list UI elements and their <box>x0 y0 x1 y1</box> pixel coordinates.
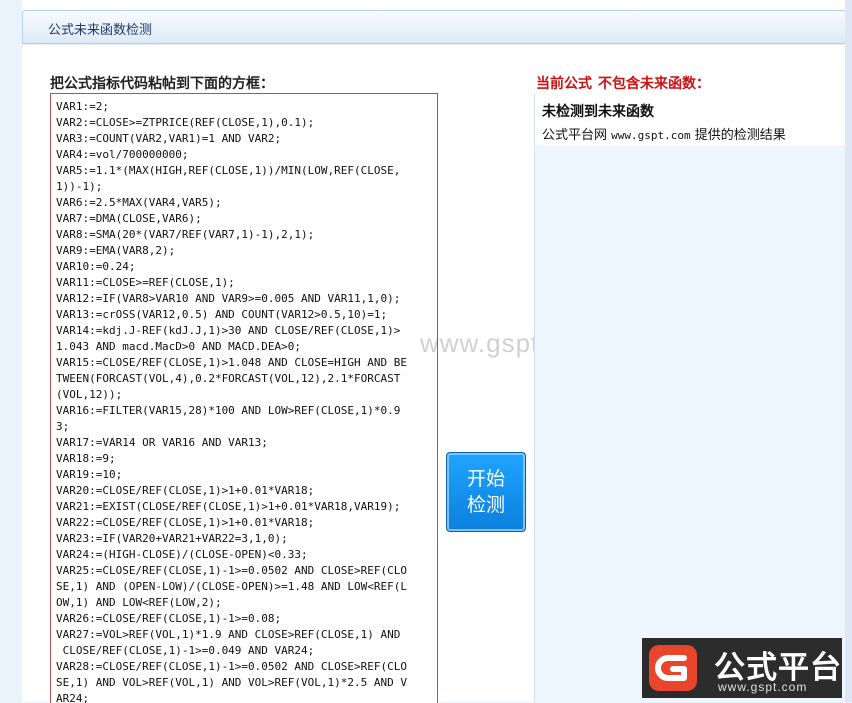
logo-url: www.gspt.com <box>718 680 808 694</box>
result-detail-prefix: 公式平台网 <box>542 128 608 143</box>
result-title: 未检测到未来函数 <box>542 104 654 120</box>
gspt-logo-icon <box>649 645 697 691</box>
formula-code-content[interactable]: VAR1:=2; VAR2:=CLOSE>=ZTPRICE(REF(CLOSE,… <box>51 94 437 703</box>
result-heading: 当前公式 不包含未来函数： <box>536 73 710 93</box>
formula-code-textarea[interactable]: VAR1:=2; VAR2:=CLOSE>=ZTPRICE(REF(CLOSE,… <box>50 93 438 703</box>
start-button-label-line1: 开始 <box>466 468 505 490</box>
gspt-logo: 公式平台 www.gspt.com <box>642 638 842 698</box>
result-heading-status: 不包含未来函数： <box>598 76 710 92</box>
result-detail: 公式平台网 www.gspt.com 提供的检测结果 <box>542 124 786 143</box>
result-detail-suffix: 提供的检测结果 <box>694 128 786 143</box>
result-panel: 未检测到未来函数 公式平台网 www.gspt.com 提供的检测结果 <box>534 93 846 702</box>
titlebar-separator <box>22 44 844 55</box>
result-heading-current: 当前公式 <box>536 76 592 92</box>
result-detail-url: www.gspt.com <box>611 129 691 142</box>
page-right-edge <box>845 0 852 702</box>
window-titlebar: 公式未来函数检测 <box>22 10 846 44</box>
window-title: 公式未来函数检测 <box>48 23 153 38</box>
result-panel-content: 未检测到未来函数 公式平台网 www.gspt.com 提供的检测结果 <box>535 93 846 145</box>
code-input-heading: 把公式指标代码粘帖到下面的方框： <box>50 76 274 92</box>
start-detection-button[interactable]: 开始 检测 <box>446 452 526 532</box>
start-button-label-line2: 检测 <box>466 494 505 516</box>
